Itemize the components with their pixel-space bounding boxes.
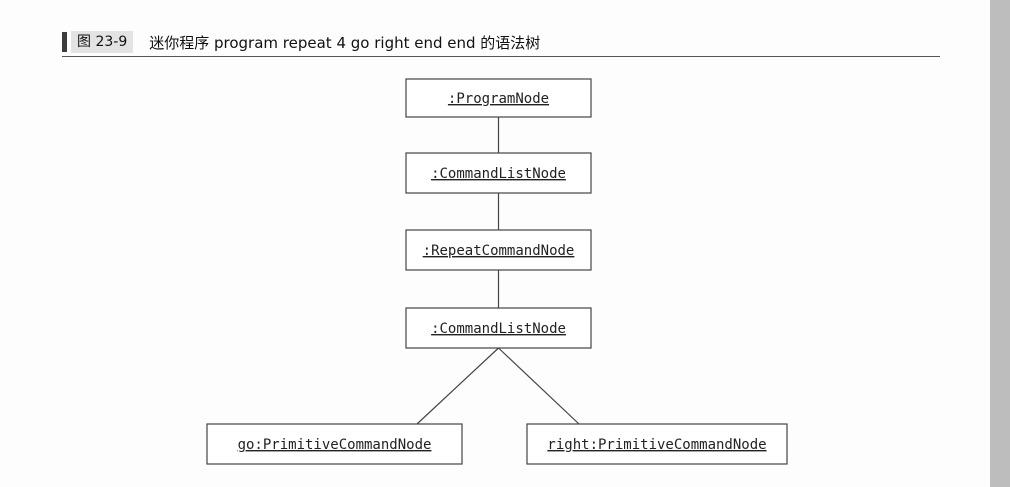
node-label: :CommandListNode — [431, 166, 566, 182]
page-edge-strip — [990, 0, 1010, 487]
node-label: :ProgramNode — [448, 91, 549, 107]
node-label: :CommandListNode — [431, 321, 566, 337]
edge-cmdlist2-to-go — [416, 347, 499, 425]
node-label: right:PrimitiveCommandNode — [547, 437, 766, 453]
node-cmdlist1: :CommandListNode — [405, 152, 592, 194]
tree-nodes: :ProgramNode :CommandListNode :RepeatComma… — [206, 78, 788, 465]
node-go: go:PrimitiveCommandNode — [206, 423, 463, 465]
node-label: :RepeatCommandNode — [423, 243, 575, 259]
node-program: :ProgramNode — [405, 78, 592, 118]
node-label: go:PrimitiveCommandNode — [238, 437, 432, 453]
node-repeat: :RepeatCommandNode — [405, 229, 592, 271]
syntax-tree-diagram: :ProgramNode :CommandListNode :RepeatComma… — [206, 78, 788, 465]
page: 图 23-9 迷你程序 program repeat 4 go right en… — [0, 0, 990, 487]
node-cmdlist2: :CommandListNode — [405, 307, 592, 349]
node-right: right:PrimitiveCommandNode — [526, 423, 788, 465]
edge-cmdlist2-to-right — [498, 347, 580, 425]
